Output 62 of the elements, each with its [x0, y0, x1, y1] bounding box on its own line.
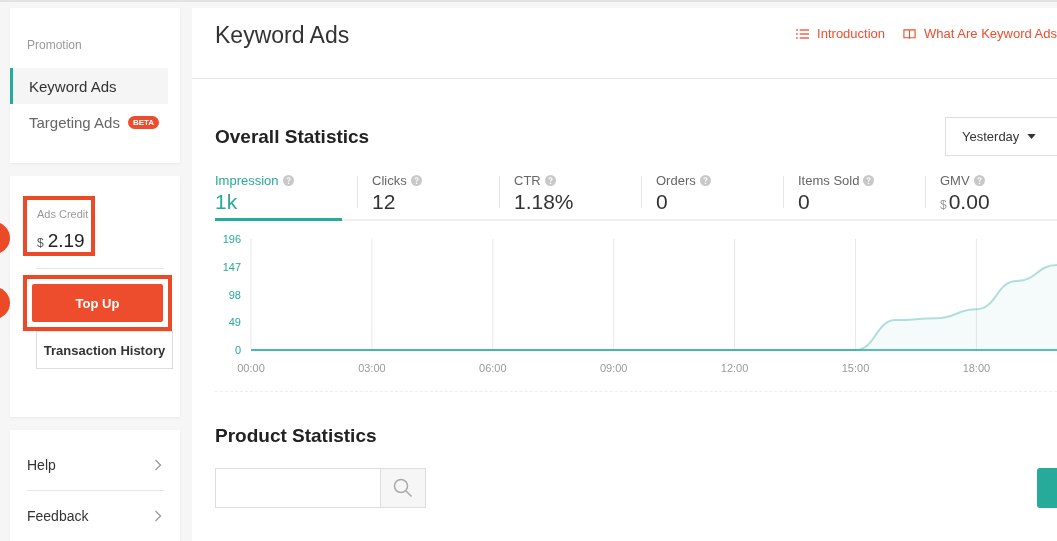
metric-value: 1k: [215, 190, 238, 214]
y-axis-label: 0: [234, 344, 241, 356]
x-axis-label: 12:00: [720, 362, 749, 374]
help-icon: [410, 175, 422, 186]
x-axis-label: 18:00: [962, 362, 991, 374]
sidebar-item[interactable]: Targeting Ads BETA: [10, 104, 168, 140]
currency-symbol: $: [37, 236, 44, 251]
beta-badge: BETA: [127, 115, 160, 129]
top-up-button[interactable]: Top Up: [32, 284, 163, 323]
metric-label: Clicks: [372, 173, 407, 188]
help-icon: [863, 175, 875, 186]
section-title: Promotion: [26, 38, 83, 52]
credit-amount: 2.19: [47, 230, 85, 253]
metric-tab[interactable]: CTR 1.18%: [499, 166, 641, 221]
x-axis-label: 15:00: [841, 362, 870, 374]
caret-icon: [1027, 134, 1037, 139]
x-axis-label: 09:00: [599, 362, 628, 374]
metric-value: 0: [798, 190, 810, 214]
help-icon: [973, 175, 985, 186]
metric-label: Impression: [215, 173, 279, 188]
y-axis-label: 147: [222, 260, 241, 273]
sidebar-item[interactable]: Keyword Ads: [10, 68, 168, 104]
section-heading: Product Statistics: [215, 425, 378, 447]
sidebar-link[interactable]: Feedback: [27, 491, 164, 541]
y-axis-label: 98: [228, 288, 241, 301]
x-axis-label: 06:00: [479, 362, 507, 374]
metric-value: 1.18%: [514, 190, 574, 214]
metric-value: 12: [372, 190, 396, 214]
list-icon: [796, 27, 810, 40]
metric-value: 0: [656, 190, 668, 214]
x-axis-label: 03:00: [358, 362, 386, 374]
x-axis-label: 00:00: [237, 362, 265, 374]
header-link[interactable]: Introduction: [796, 26, 886, 41]
sidebar-link[interactable]: Help: [27, 440, 164, 491]
metric-label: Items Sold: [798, 173, 860, 188]
period-dropdown[interactable]: Yesterday: [945, 117, 1057, 156]
metric-label: GMV: [940, 173, 970, 188]
chevron-right-icon: [154, 510, 162, 522]
page-title: Keyword Ads: [215, 22, 350, 50]
currency-symbol: $: [940, 198, 947, 212]
transaction-history-button[interactable]: Transaction History: [36, 331, 173, 370]
chevron-right-icon: [154, 459, 162, 471]
metric-value: 0.00: [948, 190, 990, 214]
header-link[interactable]: What Are Keyword Ads: [903, 26, 1057, 41]
y-axis-label: 49: [228, 316, 241, 329]
help-icon: [282, 175, 294, 186]
action-button[interactable]: [1037, 468, 1057, 508]
help-icon: [544, 175, 556, 186]
search-button[interactable]: [380, 469, 425, 507]
metric-tab[interactable]: Clicks 12: [357, 166, 499, 221]
book-icon: [903, 27, 917, 40]
metric-tab[interactable]: Items Sold 0: [783, 166, 925, 221]
help-icon: [699, 175, 711, 186]
y-axis-label: 196: [222, 233, 241, 245]
search-icon: [393, 478, 413, 498]
section-heading: Overall Statistics: [215, 125, 370, 148]
metric-tab[interactable]: GMV $0.00: [925, 166, 1057, 221]
metric-label: CTR: [514, 173, 541, 188]
search-field[interactable]: [215, 468, 426, 508]
metric-tab[interactable]: Orders 0: [641, 166, 783, 221]
metric-label: Orders: [656, 173, 696, 188]
credit-label: Ads Credit: [37, 208, 90, 221]
